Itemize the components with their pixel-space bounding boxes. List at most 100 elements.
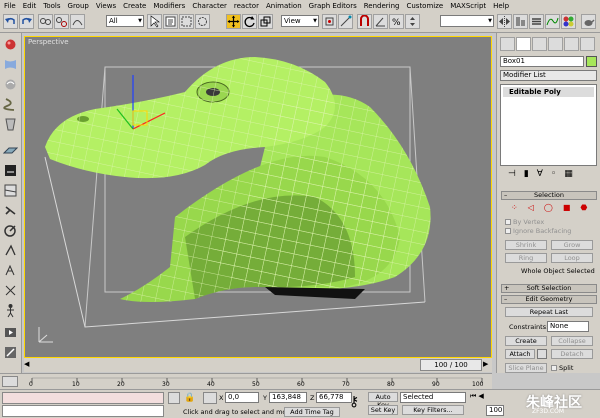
perspective-viewport[interactable]: Perspective: [24, 36, 492, 358]
menu-graph-editors[interactable]: Graph Editors: [309, 2, 357, 10]
pivot-center-icon[interactable]: [322, 14, 337, 29]
y-coordinate-field[interactable]: 163,848: [269, 392, 307, 403]
menu-group[interactable]: Group: [68, 2, 89, 10]
ring-button[interactable]: Ring: [505, 253, 547, 263]
x-coordinate-field[interactable]: 0,0: [225, 392, 259, 403]
material-editor-icon[interactable]: [561, 14, 576, 29]
auto-key-button[interactable]: Auto Key: [368, 392, 398, 409]
spinner-snap-icon[interactable]: [405, 14, 420, 29]
track-bar[interactable]: 0 10 20 30 40 50 60 70 80 90 100: [0, 373, 492, 389]
unlink-icon[interactable]: [54, 14, 69, 29]
absolute-mode-icon[interactable]: [203, 392, 217, 404]
constraints-dropdown[interactable]: None: [547, 321, 589, 332]
plane-icon[interactable]: [3, 143, 18, 158]
show-end-result-icon[interactable]: ▮: [524, 169, 529, 184]
rollout-selection[interactable]: – Selection: [501, 191, 597, 200]
lock-selection-icon[interactable]: 🔒: [184, 392, 198, 404]
loop-button[interactable]: Loop: [551, 253, 593, 263]
menu-edit[interactable]: Edit: [23, 2, 37, 10]
menu-tools[interactable]: Tools: [43, 2, 60, 10]
redo-button[interactable]: [19, 14, 34, 29]
motion-tab-icon[interactable]: [548, 37, 563, 51]
detach-button[interactable]: Detach: [551, 349, 593, 359]
menu-help[interactable]: Help: [493, 2, 509, 10]
snap-toggle-icon[interactable]: [357, 14, 372, 29]
point-to-point-icon[interactable]: [3, 283, 18, 298]
select-manipulate-icon[interactable]: [338, 14, 353, 29]
create-tab-icon[interactable]: [500, 37, 515, 51]
selection-filter-dropdown[interactable]: All: [106, 15, 144, 27]
set-key-icon[interactable]: ⚷: [349, 395, 359, 409]
dinosaur-head-mesh[interactable]: [25, 37, 492, 358]
render-teapot-icon[interactable]: [581, 14, 596, 29]
deforming-mesh-icon[interactable]: [3, 117, 18, 132]
reference-coordinate-dropdown[interactable]: View: [281, 15, 319, 27]
soft-body-collection-icon[interactable]: [3, 77, 18, 92]
region-select-icon[interactable]: [179, 14, 194, 29]
remove-modifier-icon[interactable]: ◦: [551, 169, 556, 184]
menu-rendering[interactable]: Rendering: [364, 2, 400, 10]
split-checkbox[interactable]: Split: [551, 364, 573, 372]
prev-frame-icon[interactable]: ◀: [478, 392, 483, 404]
bind-spacewarp-icon[interactable]: [70, 14, 85, 29]
align-icon[interactable]: [513, 14, 528, 29]
add-time-tag-button[interactable]: Add Time Tag: [284, 407, 340, 417]
preview-animation-icon[interactable]: [3, 325, 18, 340]
time-slider[interactable]: ◀ 100 / 100 ▶: [24, 358, 492, 372]
rope-collection-icon[interactable]: [3, 97, 18, 112]
key-mode-dropdown[interactable]: Selected: [400, 392, 466, 403]
motor-icon[interactable]: [3, 243, 18, 258]
menu-file[interactable]: File: [4, 2, 16, 10]
select-object-icon[interactable]: [147, 14, 162, 29]
layer-manager-icon[interactable]: [529, 14, 544, 29]
mirror-icon[interactable]: [497, 14, 512, 29]
vertex-icon[interactable]: ⁘: [511, 203, 518, 212]
polygon-icon[interactable]: ■: [563, 203, 571, 212]
menu-character[interactable]: Character: [192, 2, 227, 10]
cloth-collection-icon[interactable]: [3, 57, 18, 72]
ignore-backfacing-checkbox[interactable]: Ignore Backfacing: [505, 227, 571, 235]
percent-snap-icon[interactable]: %: [389, 14, 404, 29]
configure-sets-icon[interactable]: ▦: [564, 169, 573, 184]
create-animation-icon[interactable]: [3, 345, 18, 360]
attach-list-icon[interactable]: [537, 349, 547, 359]
key-filters-button[interactable]: Key Filters...: [402, 405, 464, 415]
set-key-button[interactable]: Set Key: [368, 405, 398, 415]
stack-item-editable-poly[interactable]: Editable Poly: [503, 87, 594, 97]
shrink-button[interactable]: Shrink: [505, 240, 547, 250]
make-unique-icon[interactable]: ∀: [537, 169, 543, 184]
fracture-icon[interactable]: [3, 183, 18, 198]
repeat-last-button[interactable]: Repeat Last: [505, 307, 593, 317]
modifier-list-dropdown[interactable]: Modifier List: [500, 70, 597, 81]
border-icon[interactable]: ◯: [544, 203, 553, 212]
undo-button[interactable]: [3, 14, 18, 29]
rollout-edit-geometry[interactable]: – Edit Geometry: [501, 295, 597, 304]
rollout-soft-selection[interactable]: + Soft Selection: [501, 284, 597, 293]
z-coordinate-field[interactable]: 66,778: [316, 392, 352, 403]
menu-reactor[interactable]: reactor: [234, 2, 259, 10]
menu-views[interactable]: Views: [96, 2, 116, 10]
maxscript-output-mini[interactable]: [2, 405, 164, 417]
select-and-scale-icon[interactable]: [258, 14, 273, 29]
menu-customize[interactable]: Customize: [406, 2, 443, 10]
utilities-tab-icon[interactable]: [580, 37, 595, 51]
mini-curve-editor-icon[interactable]: [2, 376, 18, 387]
edge-icon[interactable]: ◁: [528, 203, 534, 212]
slice-plane-button[interactable]: Slice Plane: [505, 363, 547, 373]
by-vertex-checkbox[interactable]: By Vertex: [505, 218, 544, 226]
select-and-move-icon[interactable]: [226, 14, 241, 29]
slider-right-arrow-icon[interactable]: ▶: [483, 360, 491, 370]
rigid-body-collection-icon[interactable]: [3, 37, 18, 52]
select-and-rotate-icon[interactable]: [242, 14, 257, 29]
link-icon[interactable]: [38, 14, 53, 29]
modifier-stack[interactable]: Editable Poly: [500, 84, 597, 166]
menu-animation[interactable]: Animation: [266, 2, 302, 10]
grow-button[interactable]: Grow: [551, 240, 593, 250]
modify-tab-icon[interactable]: [516, 37, 531, 51]
spring-icon[interactable]: [3, 163, 18, 178]
display-tab-icon[interactable]: [564, 37, 579, 51]
slider-left-arrow-icon[interactable]: ◀: [24, 360, 34, 370]
hierarchy-tab-icon[interactable]: [532, 37, 547, 51]
goto-start-icon[interactable]: ⏮: [470, 392, 476, 404]
toy-car-icon[interactable]: [3, 223, 18, 238]
